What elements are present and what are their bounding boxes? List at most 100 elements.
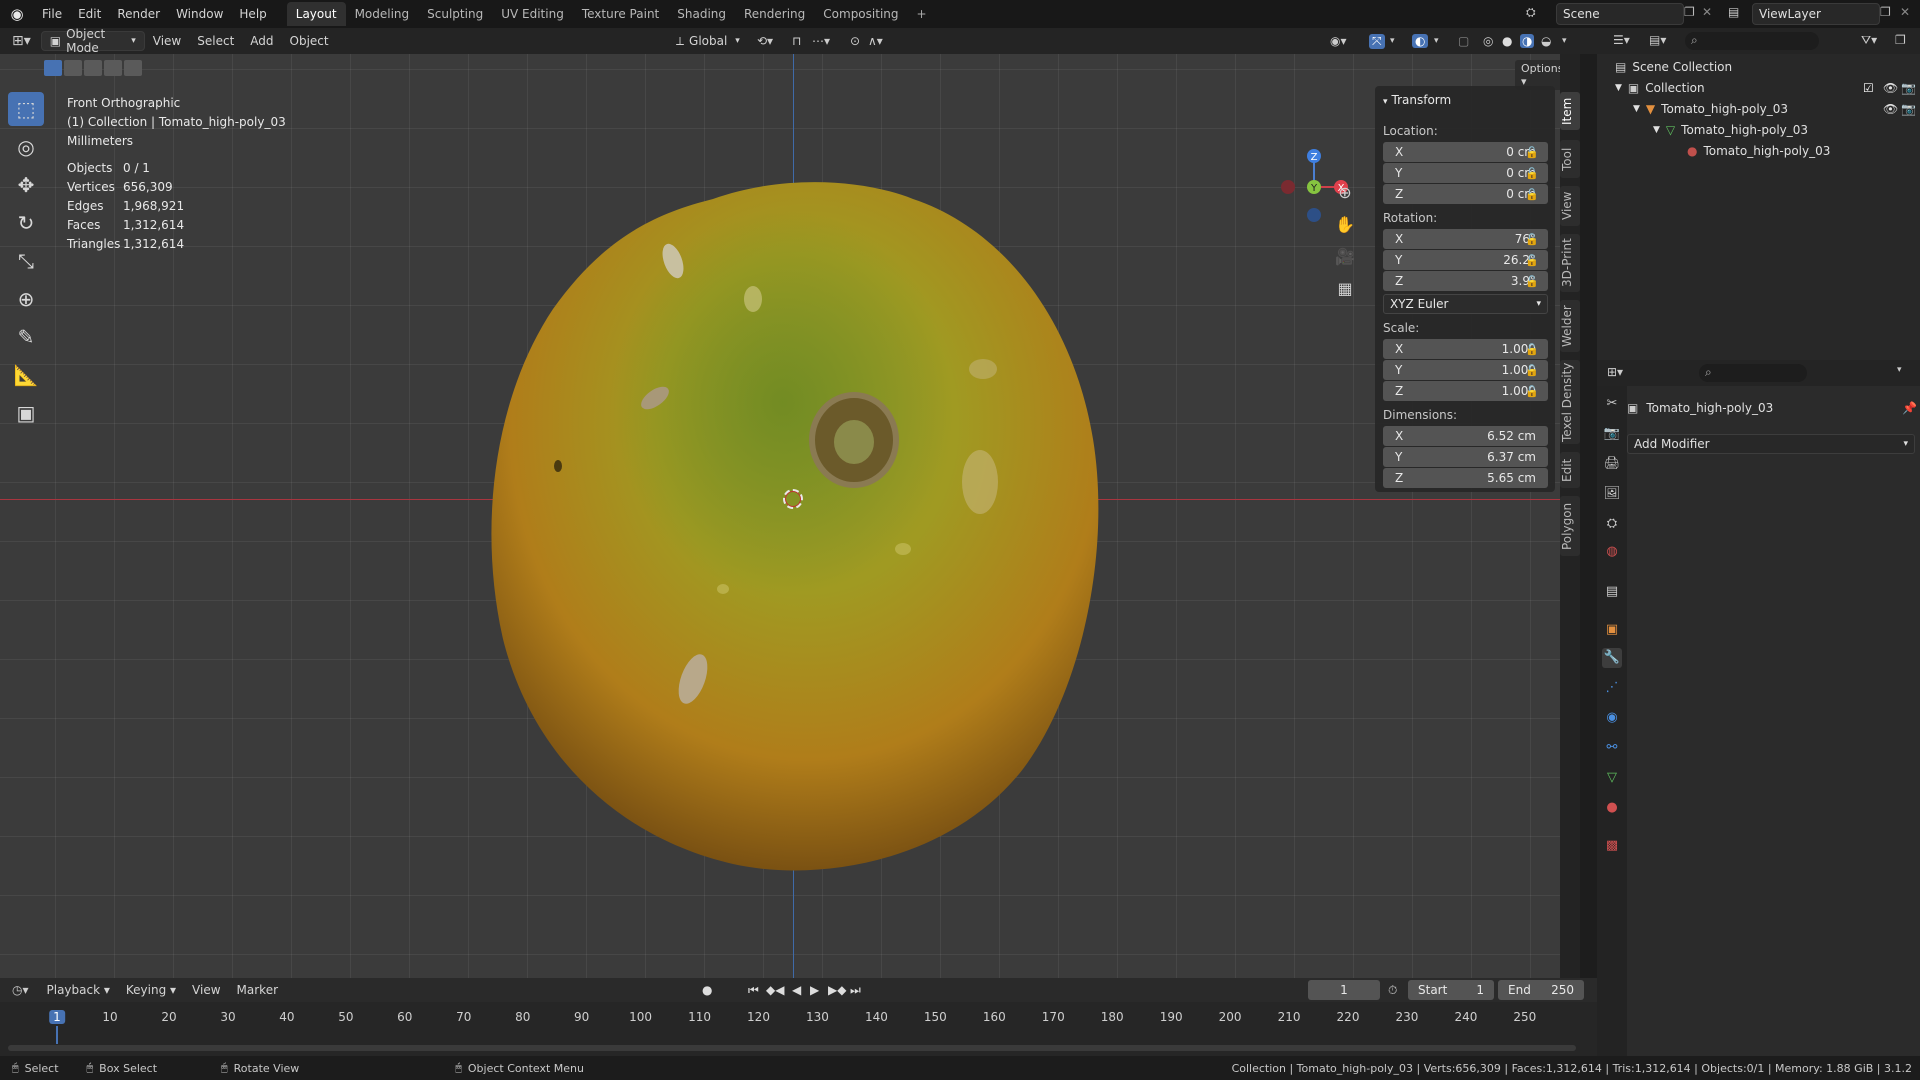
rotation-x-field[interactable]: X 76° [1383,229,1548,249]
tab-polygon[interactable]: Polygon [1560,496,1580,556]
dimension-y-field[interactable]: Y 6.37 cm [1383,447,1548,467]
tab-edit[interactable]: Edit [1560,452,1580,488]
select-invert-icon[interactable] [104,60,122,76]
scale-tool-icon[interactable]: ⤡ [8,244,44,278]
collection-tab-icon[interactable]: ▤ [1602,582,1622,602]
tab-sculpting[interactable]: Sculpting [418,2,492,26]
select-intersect-icon[interactable] [124,60,142,76]
tab-rendering[interactable]: Rendering [735,2,814,26]
frame-ruler[interactable]: 1 10 20 30 40 50 60 70 80 90 100 110 120 130 140 150 160… [0,1010,1597,1044]
editor-type-icon[interactable]: ☰▾ [1613,33,1630,47]
world-tab-icon[interactable]: ◍ [1602,542,1622,562]
move-tool-icon[interactable]: ✥ [8,168,44,202]
tree-collection[interactable]: ▼ ▣ Collection ☑ 👁 📷 [1615,78,1920,98]
menu-help[interactable]: Help [231,0,274,28]
material-tab-icon[interactable]: ● [1602,798,1622,818]
lock-icon[interactable]: 🔓 [1525,343,1539,357]
visibility-icon[interactable]: ◉▾ [1330,34,1347,48]
editor-type-icon[interactable]: ◷▾ [12,983,29,997]
rendered-shading-icon[interactable]: ◒ [1541,34,1551,48]
tomato-mesh[interactable] [483,169,1107,882]
physics-tab-icon[interactable]: ◉ [1602,708,1622,728]
gizmo-neg-z-axis[interactable] [1307,208,1321,222]
lock-icon[interactable]: 🔓 [1525,275,1539,289]
location-z-field[interactable]: Z0 cm [1383,184,1548,204]
particles-tab-icon[interactable]: ⋰ [1602,678,1622,698]
play-icon[interactable]: ▶ [810,983,819,997]
scene-type-icon[interactable]: ⛭ [1526,5,1536,20]
scene-tab-icon[interactable]: ⛭ [1602,514,1622,534]
menu-file[interactable]: File [34,0,70,28]
timeline-view-menu[interactable]: View [184,980,228,1000]
pivot-icon[interactable]: ⟲▾ [757,34,773,48]
next-keyframe-icon[interactable]: ▶◆ [828,983,846,997]
select-box-tool-icon[interactable]: ⬚ [8,92,44,126]
menu-edit[interactable]: Edit [70,0,109,28]
3d-viewport[interactable]: Options ▾ Front Orthographic (1) Collect… [0,54,1565,978]
filter-icon[interactable]: ⛛▾ [1861,33,1877,48]
keying-menu[interactable]: Keying ▾ [118,980,184,1000]
checkbox-icon[interactable]: ☑ [1863,78,1874,98]
close-scene-icon[interactable]: ✕ [1702,5,1712,19]
add-menu[interactable]: Add [242,31,281,51]
location-y-field[interactable]: Y0 cm [1383,163,1548,183]
material-shading-icon[interactable]: ◑ [1520,34,1535,48]
start-frame-field[interactable]: Start 1 [1408,980,1494,1000]
properties-search-input[interactable]: ⌕ [1699,364,1807,382]
select-extend-icon[interactable] [64,60,82,76]
render-tab-icon[interactable]: 📷 [1602,424,1622,444]
camera-icon[interactable]: 📷 [1901,78,1916,98]
jump-start-icon[interactable]: ⏮ [748,983,759,998]
rotation-mode-dropdown[interactable]: XYZ Euler ▾ [1383,294,1548,314]
editor-type-icon[interactable]: ⊞▾ [12,33,31,49]
constraints-tab-icon[interactable]: ⚯ [1602,738,1622,758]
tab-layout[interactable]: Layout [286,2,346,26]
tab-tool[interactable]: Tool [1560,140,1580,178]
tab-texture-paint[interactable]: Texture Paint [573,2,668,26]
eye-icon[interactable]: 👁 [1883,99,1898,119]
tree-mesh-data[interactable]: ▼ ▽ Tomato_high-poly_03 [1653,120,1808,140]
lock-icon[interactable]: 🔓 [1525,188,1539,202]
pin-icon[interactable]: 📌 [1902,401,1917,415]
lock-icon[interactable]: 🔓 [1525,385,1539,399]
gizmo-dropdown-icon[interactable]: ▾ [1390,36,1395,46]
tab-item[interactable]: Item [1560,92,1580,130]
proportional-edit-icon[interactable]: ⊙ [850,34,860,48]
record-icon[interactable]: ● [702,983,712,997]
shading-dropdown-icon[interactable]: ▾ [1562,36,1567,46]
camera-icon[interactable]: 📷 [1901,99,1916,119]
new-scene-icon[interactable]: ❐ [1684,5,1695,19]
overlays-dropdown-icon[interactable]: ▾ [1434,36,1439,46]
location-x-field[interactable]: X0 cm [1383,142,1548,162]
lock-icon[interactable]: 🔓 [1525,167,1539,181]
3d-cursor-icon[interactable] [783,489,803,509]
tool-tab-icon[interactable]: ✂ [1602,394,1622,414]
tree-scene-collection[interactable]: ▤ Scene Collection [1615,57,1732,77]
close-view-layer-icon[interactable]: ✕ [1900,5,1910,19]
tab-uv-editing[interactable]: UV Editing [492,2,573,26]
new-collection-icon[interactable]: ❐ [1895,33,1906,47]
snap-icon[interactable]: ⊓ [792,34,801,48]
tab-compositing[interactable]: Compositing [814,2,907,26]
zoom-icon[interactable]: ⊕ [1332,180,1358,206]
add-workspace-icon[interactable]: + [908,2,936,26]
marker-menu[interactable]: Marker [229,980,286,1000]
pan-hand-icon[interactable]: ✋ [1332,212,1358,238]
scene-selector[interactable]: Scene [1556,3,1684,25]
camera-view-icon[interactable]: 🎥 [1332,244,1358,270]
wireframe-shading-icon[interactable]: ◎ [1483,34,1493,48]
falloff-icon[interactable]: ∧▾ [868,34,883,48]
solid-shading-icon[interactable]: ● [1502,34,1512,48]
view-layer-icon[interactable]: ▤ [1728,5,1739,19]
orientation-dropdown[interactable]: ⟂ Global ▾ [668,31,748,51]
eye-icon[interactable]: 👁 [1883,78,1898,98]
mode-dropdown[interactable]: ▣ Object Mode ▾ [40,27,145,55]
object-menu[interactable]: Object [282,31,337,51]
select-menu[interactable]: Select [189,31,242,51]
playback-menu[interactable]: Playback ▾ [39,980,118,1000]
timeline-scrollbar[interactable] [8,1045,1576,1051]
editor-type-icon[interactable]: ⊞▾ [1607,365,1623,379]
select-new-icon[interactable] [44,60,62,76]
measure-tool-icon[interactable]: 📐 [8,358,44,392]
menu-window[interactable]: Window [168,0,231,28]
